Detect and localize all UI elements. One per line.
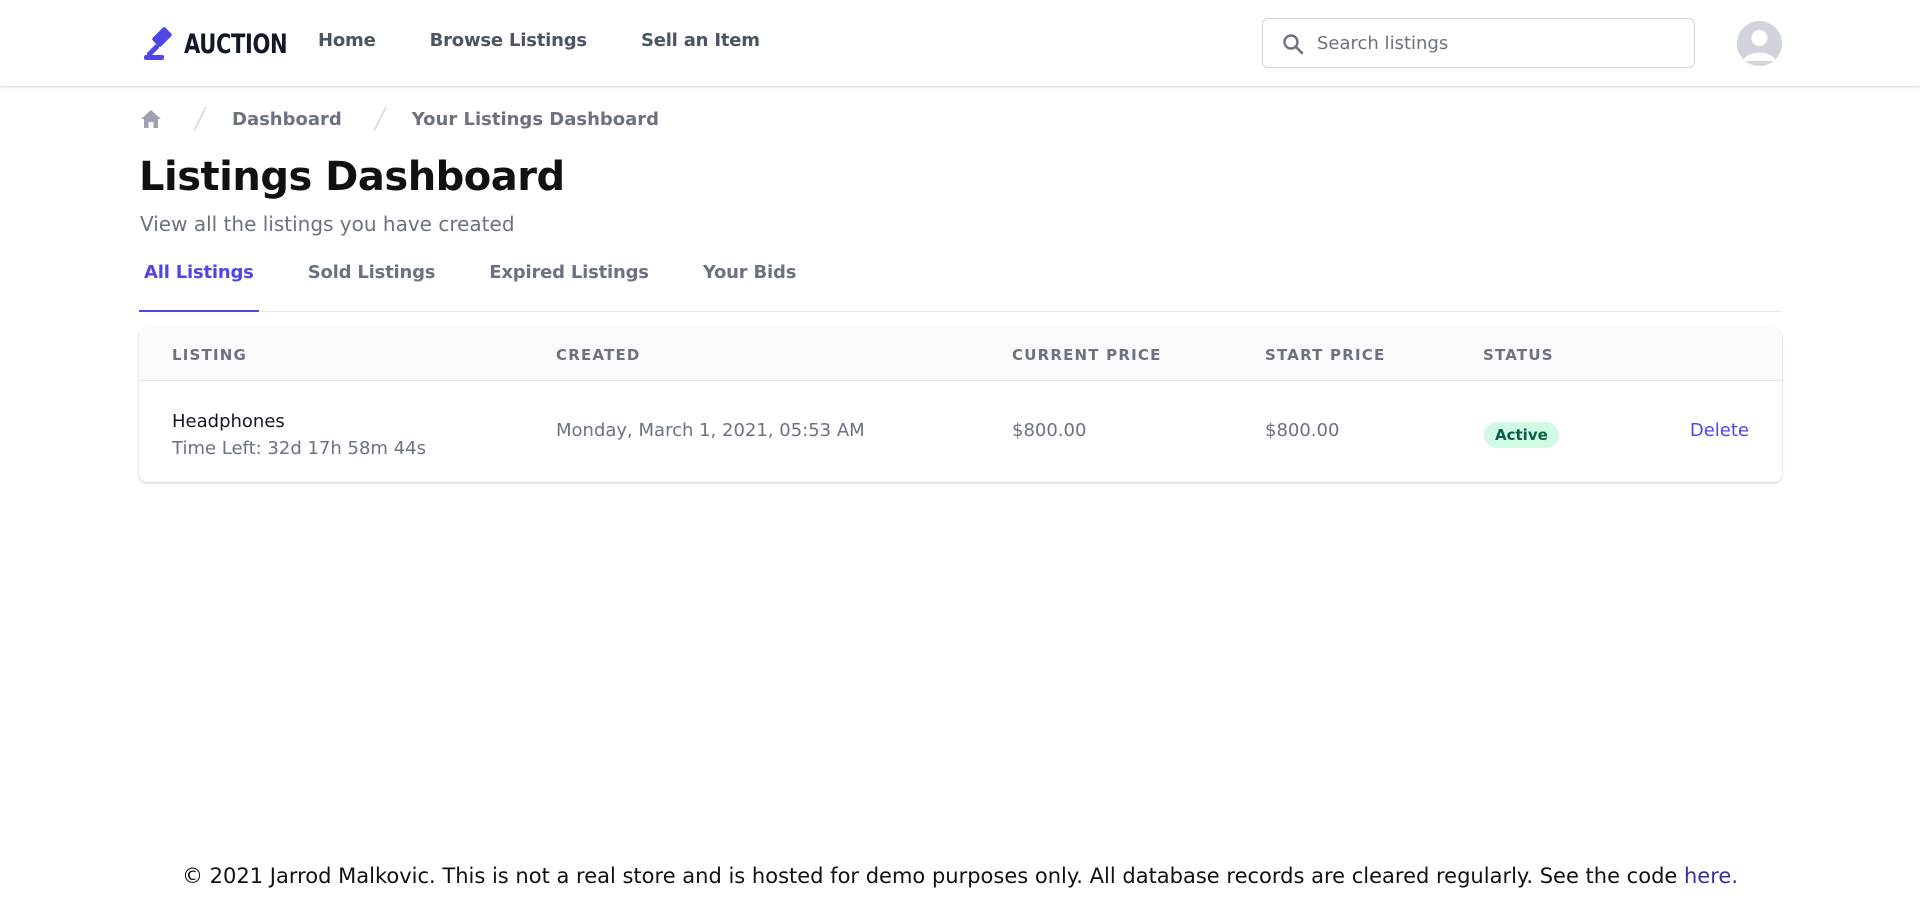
status-badge: Active	[1484, 422, 1559, 448]
nav-link-sell-an-item[interactable]: Sell an Item	[641, 30, 760, 51]
breadcrumb-separator-icon	[373, 106, 387, 132]
listing-name[interactable]: Headphones	[172, 411, 285, 432]
listing-created-date: Monday, March 1, 2021, 05:53 AM	[556, 420, 865, 441]
home-icon[interactable]	[140, 108, 162, 130]
listing-time-left: Time Left: 32d 17h 58m 44s	[172, 438, 426, 459]
column-header-current-price: CURRENT PRICE	[1012, 346, 1162, 364]
brand-name: AUCTION	[184, 28, 288, 60]
nav-link-browse-listings[interactable]: Browse Listings	[430, 30, 588, 51]
tab-sold-listings[interactable]: Sold Listings	[303, 256, 441, 312]
breadcrumb: Dashboard Your Listings Dashboard	[140, 106, 659, 132]
listing-start-price: $800.00	[1265, 420, 1340, 441]
brand-logo[interactable]: AUCTION	[142, 24, 316, 64]
footer: © 2021 Jarrod Malkovic. This is not a re…	[0, 864, 1920, 888]
tab-expired-listings[interactable]: Expired Listings	[484, 256, 654, 312]
footer-code-link[interactable]: here.	[1684, 864, 1738, 888]
search-input[interactable]	[1317, 32, 1677, 54]
table-row: Headphones Time Left: 32d 17h 58m 44s Mo…	[139, 382, 1782, 482]
tab-all-listings[interactable]: All Listings	[139, 256, 259, 312]
footer-text: © 2021 Jarrod Malkovic. This is not a re…	[181, 864, 1684, 888]
column-header-status: STATUS	[1483, 346, 1554, 364]
tab-your-bids[interactable]: Your Bids	[698, 256, 801, 312]
page-subtitle: View all the listings you have created	[140, 212, 515, 236]
column-header-listing: LISTING	[172, 346, 248, 364]
nav-link-home[interactable]: Home	[318, 30, 376, 51]
main-nav: Home Browse Listings Sell an Item	[318, 30, 814, 51]
gavel-icon	[144, 27, 172, 60]
search-icon	[1283, 34, 1304, 55]
top-navbar: AUCTION Home Browse Listings Sell an Ite…	[0, 0, 1920, 86]
search-box	[1262, 18, 1695, 68]
user-avatar[interactable]	[1737, 21, 1782, 66]
breadcrumb-dashboard[interactable]: Dashboard	[232, 109, 342, 130]
column-header-created: CREATED	[556, 346, 641, 364]
listing-current-price: $800.00	[1012, 420, 1087, 441]
breadcrumb-your-listings-dashboard[interactable]: Your Listings Dashboard	[412, 109, 659, 130]
listings-table: LISTING CREATED CURRENT PRICE START PRIC…	[139, 328, 1782, 482]
user-avatar-icon	[1737, 21, 1782, 66]
table-header: LISTING CREATED CURRENT PRICE START PRIC…	[139, 328, 1782, 381]
delete-listing-link[interactable]: Delete	[1690, 420, 1749, 441]
listing-tabs: All Listings Sold Listings Expired Listi…	[139, 256, 1782, 312]
page-title: Listings Dashboard	[139, 154, 565, 200]
breadcrumb-separator-icon	[193, 106, 207, 132]
column-header-start-price: START PRICE	[1265, 346, 1386, 364]
